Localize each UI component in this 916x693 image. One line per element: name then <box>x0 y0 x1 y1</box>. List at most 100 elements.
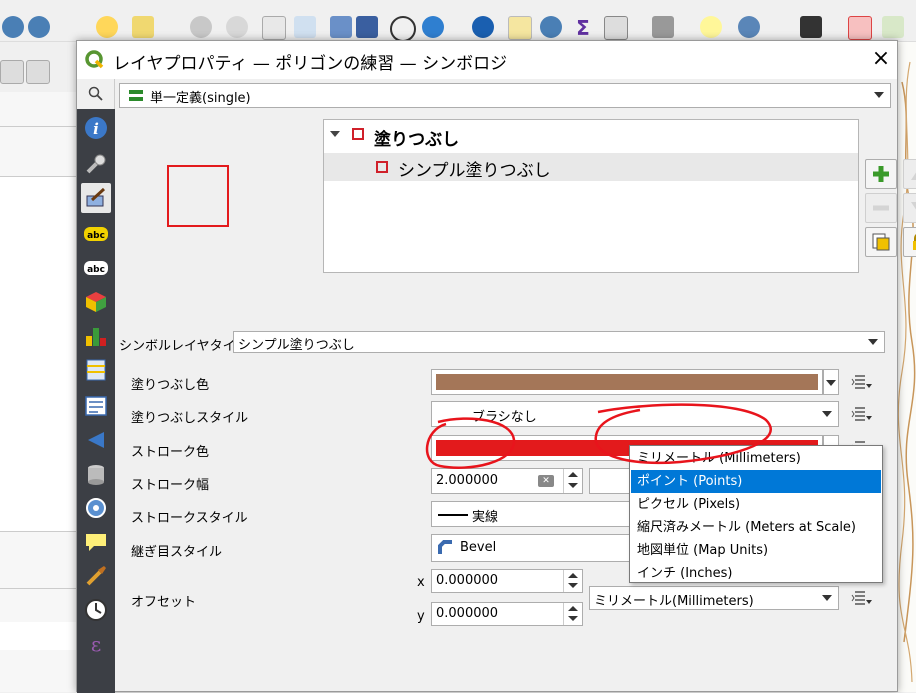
svg-text:ε: ε <box>91 632 101 656</box>
fill-color-menu-button[interactable] <box>823 369 839 395</box>
sum-icon[interactable]: Σ <box>572 16 594 40</box>
zoom-in-icon[interactable] <box>2 16 24 38</box>
open-project-icon[interactable] <box>26 60 50 84</box>
tab-masks[interactable]: abc <box>81 253 111 283</box>
gear-icon[interactable] <box>540 16 562 38</box>
clock-icon[interactable] <box>390 16 416 42</box>
offset-unit-combo[interactable]: ミリメートル(Millimeters) <box>589 586 839 610</box>
tab-variables[interactable]: ε <box>81 629 111 659</box>
add-symbol-layer-button[interactable] <box>865 159 897 189</box>
data-defined-icon <box>851 375 872 389</box>
stroke-width-spinbox[interactable]: 2.000000 ✕ <box>431 468 583 494</box>
offset-x-spinbox[interactable]: 0.000000 <box>431 569 583 593</box>
map-canvas[interactable] <box>898 42 916 692</box>
fill-style-combo[interactable]: ブラシなし <box>431 401 839 427</box>
tab-fields[interactable] <box>81 355 111 385</box>
plugin-icon[interactable] <box>800 16 822 38</box>
measure-icon[interactable] <box>652 16 674 38</box>
close-button[interactable]: × <box>869 47 893 71</box>
actions-icon <box>86 498 106 518</box>
tab-rendering[interactable] <box>81 561 111 591</box>
3d-view-icon <box>86 292 106 312</box>
tab-3d-view[interactable] <box>81 287 111 317</box>
svg-text:abc: abc <box>87 231 105 241</box>
plus-icon <box>873 166 889 182</box>
main-toolbar: Σ <box>0 0 916 42</box>
duplicate-layer-button[interactable] <box>865 227 897 257</box>
title-bar: レイヤプロパティ — ポリゴンの練習 — シンボロジ × <box>77 41 897 79</box>
temporal-icon <box>85 599 107 621</box>
zoom-last-icon[interactable] <box>190 16 212 38</box>
zoom-next-icon[interactable] <box>226 16 248 38</box>
duplicate-icon <box>872 233 890 251</box>
tree-item-label: シンプル塗りつぶし <box>398 161 551 181</box>
offset-y-spinbox[interactable]: 0.000000 <box>431 602 583 626</box>
unit-option-inches[interactable]: インチ (Inches) <box>631 562 881 585</box>
unit-option-meters-at-scale[interactable]: 縮尺済みメートル (Meters at Scale) <box>631 516 881 539</box>
zoom-layer-icon[interactable] <box>96 16 118 38</box>
tab-temporal[interactable] <box>81 595 111 625</box>
secondary-toolbar <box>0 52 80 92</box>
temporal-controller-icon[interactable] <box>356 16 378 38</box>
offset-unit-value: ミリメートル(Millimeters) <box>594 594 754 609</box>
spin-buttons[interactable] <box>563 469 582 493</box>
diagrams-icon <box>86 328 106 346</box>
new-project-icon[interactable] <box>0 60 24 84</box>
map-tips-icon[interactable] <box>700 16 722 38</box>
tab-attributes-form[interactable] <box>81 391 111 421</box>
data-defined-override-button[interactable] <box>849 403 875 425</box>
unit-option-pixels[interactable]: ピクセル (Pixels) <box>631 493 881 516</box>
tab-information[interactable]: i <box>81 113 111 143</box>
remove-symbol-layer-button[interactable] <box>865 193 897 223</box>
renderer-combo[interactable]: 単一定義(single) <box>119 83 891 108</box>
zoom-out-icon[interactable] <box>28 16 50 38</box>
sidebar-search[interactable] <box>77 79 115 109</box>
lock-layer-button[interactable] <box>903 227 916 257</box>
select-feature-icon[interactable] <box>738 16 760 38</box>
tab-actions[interactable] <box>81 493 111 523</box>
tab-source[interactable] <box>81 149 111 179</box>
spin-buttons[interactable] <box>563 570 582 592</box>
move-up-button[interactable] <box>903 159 916 189</box>
fill-color-button[interactable] <box>431 369 823 395</box>
symbol-layer-type-combo[interactable]: シンプル塗りつぶし <box>233 331 885 353</box>
tree-item-fill[interactable]: 塗りつぶし <box>324 122 858 150</box>
expand-arrow-icon[interactable] <box>330 131 340 137</box>
tab-auxiliary-storage[interactable] <box>81 459 111 489</box>
offset-y-value: 0.000000 <box>436 606 499 621</box>
data-defined-override-button[interactable] <box>849 587 875 609</box>
layers-panel <box>0 92 78 692</box>
unit-option-map-units[interactable]: 地図単位 (Map Units) <box>631 539 881 562</box>
statistics-icon[interactable] <box>604 16 628 40</box>
symbol-layer-type-label: シンボルレイヤタイプ <box>119 339 249 354</box>
zoom-selection-icon[interactable] <box>132 16 154 38</box>
bookmark-icon[interactable] <box>294 16 316 38</box>
tab-joins[interactable] <box>81 425 111 455</box>
tab-symbology[interactable] <box>81 183 111 213</box>
open-table-icon[interactable] <box>508 16 532 40</box>
vertex-tool-icon[interactable] <box>882 16 904 38</box>
clear-icon[interactable]: ✕ <box>538 475 554 487</box>
unit-option-millimeters[interactable]: ミリメートル (Millimeters) <box>631 447 881 470</box>
solid-line-icon <box>438 514 468 516</box>
svg-text:i: i <box>93 120 99 138</box>
rendering-icon <box>86 566 106 586</box>
data-defined-override-button[interactable] <box>849 371 875 393</box>
spin-buttons[interactable] <box>563 603 582 625</box>
tab-diagrams[interactable] <box>81 321 111 351</box>
unit-option-points[interactable]: ポイント (Points) <box>631 470 881 493</box>
tab-labels[interactable]: abc <box>81 219 111 249</box>
fill-symbol-icon <box>352 128 364 144</box>
magnet-icon[interactable] <box>848 16 872 40</box>
tab-display[interactable] <box>81 527 111 557</box>
tree-item-simple-fill[interactable]: シンプル塗りつぶし <box>324 153 858 181</box>
source-icon <box>86 154 106 174</box>
identify-icon[interactable] <box>472 16 494 38</box>
offset-label: オフセット <box>131 595 197 610</box>
move-down-button[interactable] <box>903 193 916 223</box>
refresh-icon[interactable] <box>422 16 444 38</box>
symbol-preview <box>167 165 229 227</box>
offset-x-label: x <box>417 575 425 590</box>
new-map-view-icon[interactable] <box>262 16 286 40</box>
show-bookmarks-icon[interactable] <box>330 16 352 38</box>
